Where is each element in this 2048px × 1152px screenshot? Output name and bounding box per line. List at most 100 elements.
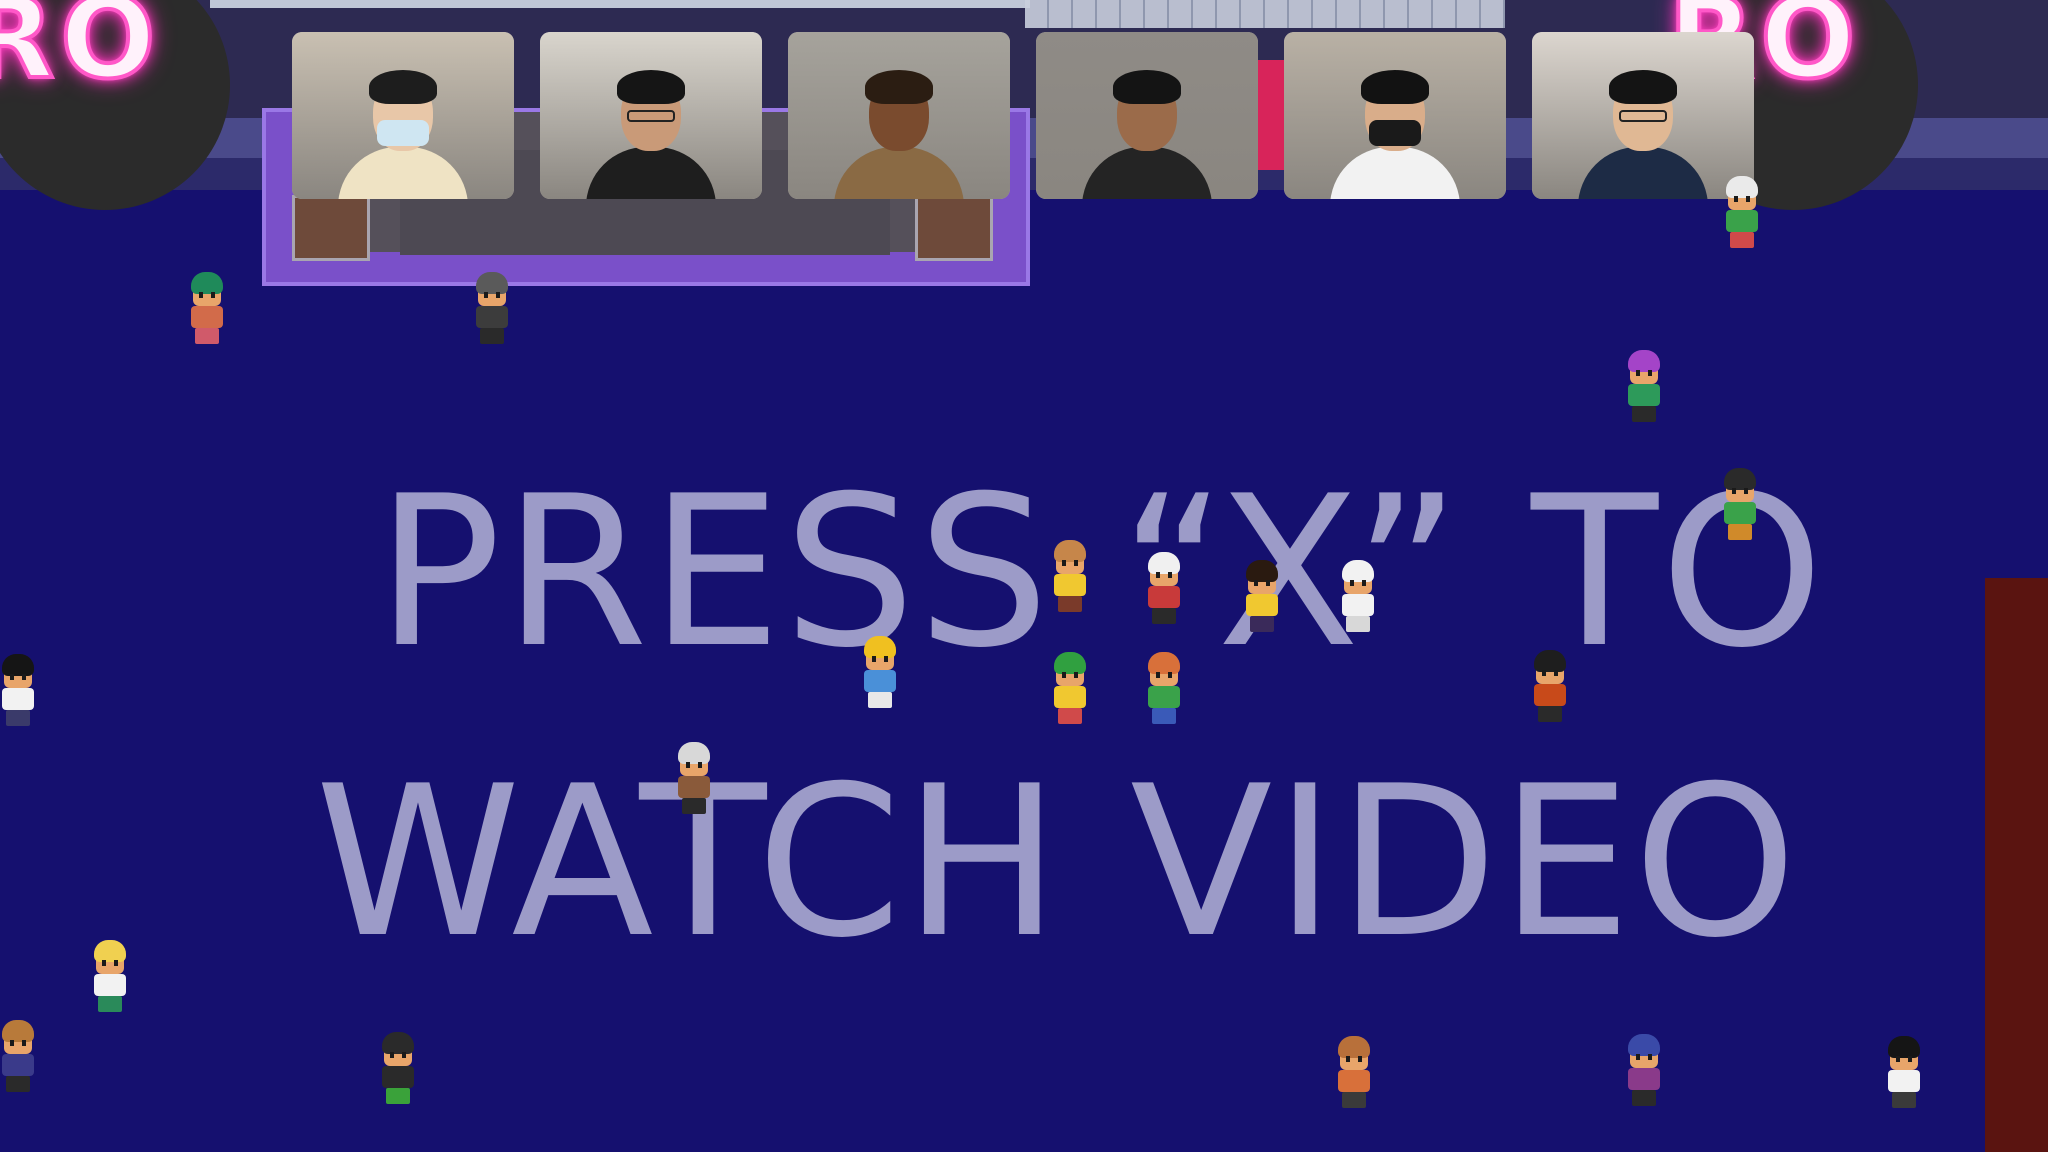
avatar-eye — [1732, 488, 1736, 494]
avatar-green-leaf[interactable] — [183, 272, 231, 348]
video-tile-2[interactable] — [540, 32, 762, 199]
avatar-shirt — [1724, 502, 1756, 524]
avatar-shirt — [1338, 1070, 1370, 1092]
avatar-hat-bottom-left[interactable] — [0, 1020, 42, 1096]
avatar-eye — [1074, 672, 1078, 678]
avatar-legs — [98, 996, 122, 1012]
avatar-eye — [1636, 1054, 1640, 1060]
avatar-eye — [1746, 196, 1750, 202]
video-tile-6[interactable] — [1532, 32, 1754, 199]
avatar-hair — [476, 272, 508, 294]
participant-hair — [1113, 70, 1181, 104]
avatar-eye — [1362, 580, 1366, 586]
participant-figure — [829, 32, 969, 199]
avatar-legs — [1058, 596, 1082, 612]
avatar-eye — [1648, 1054, 1652, 1060]
stage-poster-left — [292, 195, 370, 261]
avatar-hair — [2, 654, 34, 676]
participant-figure — [333, 32, 473, 199]
avatar-hair — [1246, 560, 1278, 582]
avatar-left-edge[interactable] — [0, 654, 42, 730]
glasses-icon — [1619, 110, 1667, 122]
avatar-shirt — [191, 306, 223, 328]
avatar-white-hair[interactable] — [1140, 552, 1188, 628]
participant-torso — [1578, 147, 1708, 199]
video-tile-3[interactable] — [788, 32, 1010, 199]
video-tile-4[interactable] — [1036, 32, 1258, 199]
avatar-legs — [868, 692, 892, 708]
participant-hair — [369, 70, 437, 104]
game-world[interactable]: RO RO PRESS “X” TO WATCH VIDEO — [0, 0, 2048, 1152]
avatar-blonde[interactable] — [86, 940, 134, 1016]
avatar-legs — [1152, 608, 1176, 624]
avatar-green-hair[interactable] — [1046, 652, 1094, 728]
avatar-black-helmet[interactable] — [1526, 650, 1574, 726]
avatar-orange-hair[interactable] — [1140, 652, 1188, 728]
avatar-shirt — [94, 974, 126, 996]
avatar-eye — [496, 292, 500, 298]
avatar-shirt — [1628, 1068, 1660, 1090]
avatar-dark-yellow[interactable] — [1238, 560, 1286, 636]
avatar-eye — [199, 292, 203, 298]
avatar-legs — [1346, 616, 1370, 632]
avatar-legs — [1342, 1092, 1366, 1108]
participant-torso — [834, 147, 964, 199]
video-tile-1[interactable] — [292, 32, 514, 199]
avatar-gold-crown[interactable] — [856, 636, 904, 712]
participant-hair — [1609, 70, 1677, 104]
participant-hair — [865, 70, 933, 104]
avatar-eye — [211, 292, 215, 298]
sign-line-2: WATCH VIDEO — [315, 742, 1799, 984]
avatar-shirt — [2, 688, 34, 710]
avatar-hair — [1054, 652, 1086, 674]
participant-torso — [338, 147, 468, 199]
avatar-shirt — [1148, 586, 1180, 608]
top-strip — [210, 0, 1030, 8]
avatar-eye — [10, 1040, 14, 1046]
avatar-shirt — [2, 1054, 34, 1076]
avatar-shirt — [1628, 384, 1660, 406]
avatar-legs — [1250, 616, 1274, 632]
avatar-helmet-gray[interactable] — [468, 272, 516, 348]
avatar-ghost[interactable] — [1334, 560, 1382, 636]
participant-torso — [586, 147, 716, 199]
avatar-headphones[interactable] — [1620, 1034, 1668, 1110]
avatar-eye — [402, 1052, 406, 1058]
avatar-eye — [22, 1040, 26, 1046]
avatar-braids[interactable] — [1330, 1036, 1378, 1112]
avatar-hair — [1148, 552, 1180, 574]
right-wall — [1985, 578, 2048, 1152]
avatar-eye — [872, 656, 876, 662]
avatar-legs — [6, 710, 30, 726]
avatar-officer-cap[interactable] — [374, 1032, 422, 1108]
participant-hair — [1361, 70, 1429, 104]
avatar-eye — [1896, 1056, 1900, 1062]
avatar-eye — [884, 656, 888, 662]
avatar-legs — [1730, 232, 1754, 248]
avatar-hair — [678, 742, 710, 764]
participant-figure — [1573, 32, 1713, 199]
avatar-eye — [114, 960, 118, 966]
participant-hair — [617, 70, 685, 104]
participant-figure — [581, 32, 721, 199]
avatar-eye — [698, 762, 702, 768]
avatar-bandana[interactable] — [670, 742, 718, 818]
avatar-legs — [1892, 1092, 1916, 1108]
video-tile-5[interactable] — [1284, 32, 1506, 199]
stage-poster-right — [915, 195, 993, 261]
avatar-black-cap[interactable] — [1716, 468, 1764, 544]
avatar-top-right[interactable] — [1718, 176, 1766, 252]
avatar-hair — [1534, 650, 1566, 672]
avatar-straw-hat[interactable] — [1046, 540, 1094, 616]
avatar-eye — [1358, 1056, 1362, 1062]
avatar-eye — [390, 1052, 394, 1058]
avatar-shirt — [1054, 686, 1086, 708]
avatar-legs — [1728, 524, 1752, 540]
avatar-hair — [2, 1020, 34, 1042]
avatar-legs — [1058, 708, 1082, 724]
avatar-eye — [1734, 196, 1738, 202]
avatar-eye — [484, 292, 488, 298]
avatar-bottom-right[interactable] — [1880, 1036, 1928, 1112]
avatar-purple-afro[interactable] — [1620, 350, 1668, 426]
avatar-eye — [1156, 672, 1160, 678]
